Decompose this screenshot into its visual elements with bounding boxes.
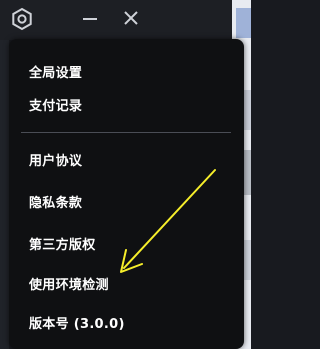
menu-item-label: 版本号 (3.0.0) bbox=[29, 316, 125, 332]
menu-item-privacy-terms[interactable]: 隐私条款 bbox=[9, 184, 244, 218]
menu-item-user-agreement[interactable]: 用户协议 bbox=[9, 142, 244, 176]
menu-item-third-party-copyright[interactable]: 第三方版权 bbox=[9, 226, 244, 260]
menu-item-global-settings[interactable]: 全局设置 bbox=[9, 54, 244, 88]
background-thumbnail bbox=[236, 8, 251, 38]
settings-dropdown-menu: 全局设置 支付记录 用户协议 隐私条款 第三方版权 使用环境检测 版本号 (3.… bbox=[9, 39, 244, 349]
menu-item-version[interactable]: 版本号 (3.0.0) bbox=[9, 305, 244, 339]
menu-item-label: 第三方版权 bbox=[29, 237, 96, 253]
gear-icon[interactable] bbox=[9, 6, 35, 32]
menu-item-environment-check[interactable]: 使用环境检测 bbox=[9, 266, 244, 300]
menu-item-label: 支付记录 bbox=[29, 98, 83, 114]
menu-item-label: 使用环境检测 bbox=[29, 277, 109, 293]
menu-item-label: 隐私条款 bbox=[29, 195, 83, 211]
background-panel bbox=[0, 40, 9, 349]
minimize-icon[interactable] bbox=[77, 6, 103, 32]
menu-separator bbox=[21, 132, 231, 133]
close-icon[interactable] bbox=[118, 6, 144, 32]
menu-item-payment-records[interactable]: 支付记录 bbox=[9, 87, 244, 121]
menu-item-label: 用户协议 bbox=[29, 153, 83, 169]
title-bar bbox=[0, 0, 251, 40]
menu-item-label: 全局设置 bbox=[29, 65, 83, 81]
